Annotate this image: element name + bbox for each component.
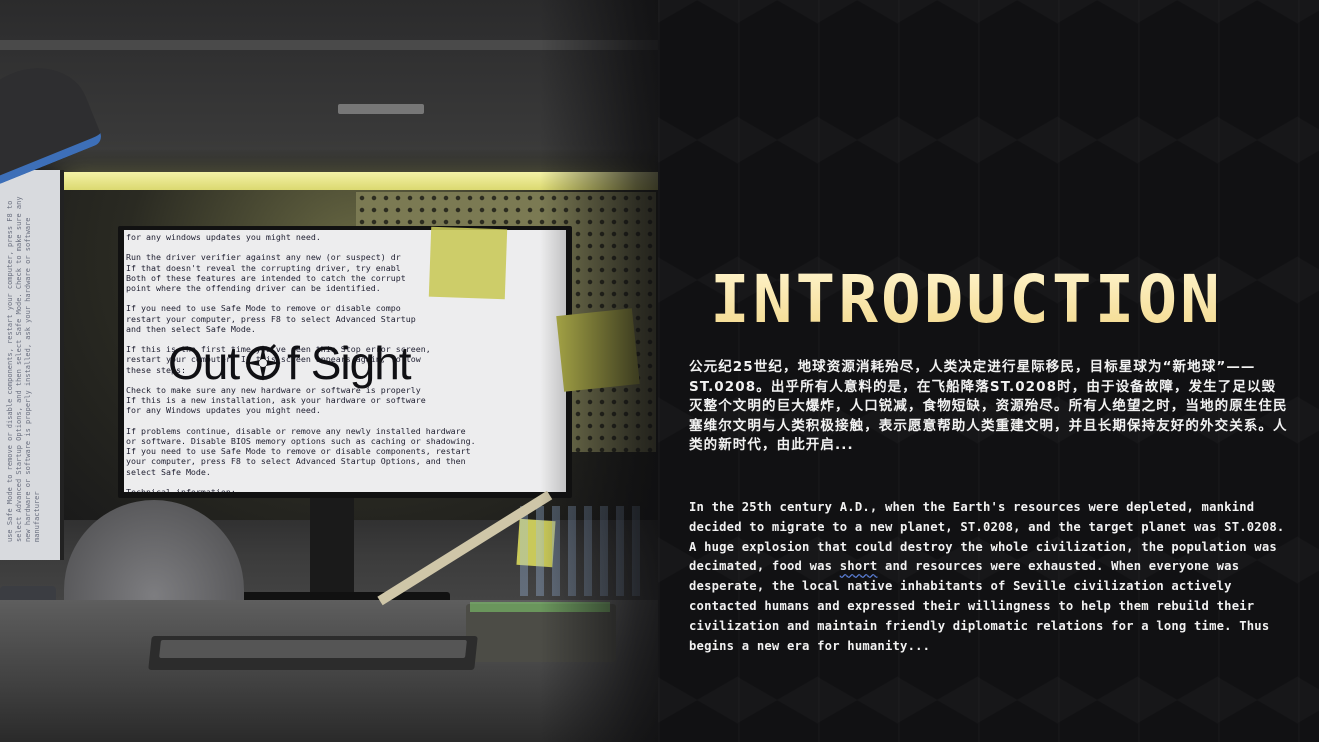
intro-title: INTRODUCTION (710, 262, 1270, 338)
keyboard-keys (159, 640, 467, 658)
bsod-line: or software. Disable BIOS memory options… (126, 436, 476, 447)
sticky-note (428, 226, 508, 300)
bsod-line: Technical information: (126, 487, 566, 492)
bsod-line: If this is a new installation, ask your … (126, 395, 426, 406)
bsod-line: If problems continue, disable or remove … (126, 425, 466, 436)
bsod-line: for any Windows updates you might need. (126, 405, 321, 416)
logo-text-left: Out (168, 337, 240, 389)
intro-english-paragraph: In the 25th century A.D., when the Earth… (689, 498, 1289, 656)
bsod-line: your computer, press F8 to select Advanc… (126, 456, 466, 467)
bsod-line: select Safe Mode. (126, 466, 211, 477)
monitor-stand (310, 498, 354, 598)
game-logo: Out f Sight (168, 337, 412, 389)
bsod-line: and then select Safe Mode. (126, 323, 256, 334)
bsod-line: restart your computer, press F8 to selec… (126, 313, 416, 324)
bsod-line (126, 477, 566, 487)
bsod-line (126, 416, 566, 426)
shelf-handle (338, 104, 424, 114)
bsod-line: If you need to use Safe Mode to remove o… (126, 446, 471, 457)
desk-lamp (0, 51, 104, 187)
side-monitor: use Safe Mode to remove or disable compo… (0, 170, 64, 560)
spellcheck-flagged-word: short (839, 559, 878, 574)
logo-text-right: f Sight (287, 337, 411, 389)
intro-chinese-paragraph: 公元纪25世纪，地球资源消耗殆尽，人类决定进行星际移民，目标星球为“新地球”——… (689, 359, 1288, 453)
scene-illustration: use Safe Mode to remove or disable compo… (0, 0, 700, 742)
side-monitor-text: use Safe Mode to remove or disable compo… (6, 196, 41, 542)
bsod-line: If you need to use Safe Mode to remove o… (126, 303, 401, 314)
compass-icon (245, 343, 282, 381)
